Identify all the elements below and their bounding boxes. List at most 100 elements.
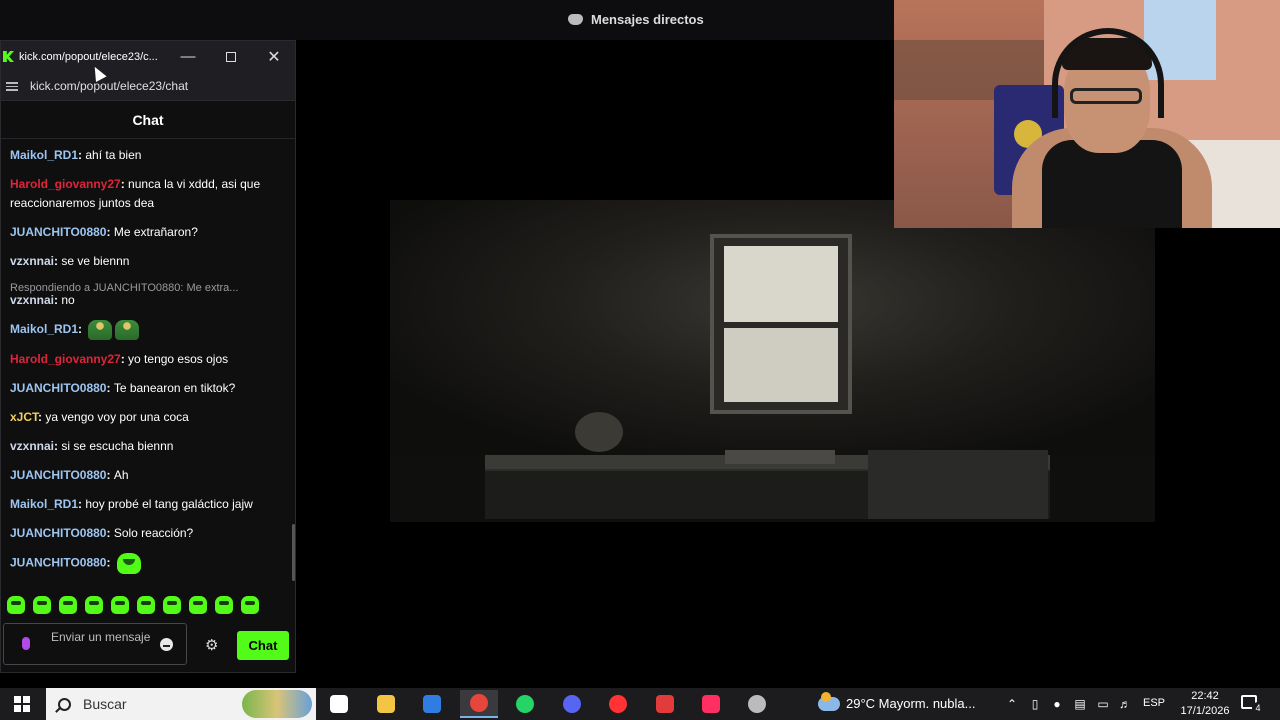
chat-settings-gear-icon[interactable]: ⚙ [205, 636, 218, 654]
taskbar-app-button[interactable] [553, 690, 591, 718]
chat-message: Maikol_RD1: ahí ta bien [10, 146, 286, 165]
quick-emote-icon[interactable] [189, 596, 207, 614]
youtube-icon [609, 695, 627, 713]
phone-link-icon[interactable]: ▯ [1028, 697, 1042, 711]
username-separator: : [106, 468, 114, 482]
chevron-up-icon[interactable]: ⌃ [1005, 697, 1019, 711]
chat-popout-window: kick.com/popout/elece23/c... — ✕ kick.co… [0, 40, 296, 673]
tiktok-icon [702, 695, 720, 713]
maximize-button[interactable] [209, 41, 253, 72]
chat-message-text: ya vengo voy por una coca [45, 410, 189, 424]
maximize-icon [226, 51, 236, 62]
address-url: kick.com/popout/elece23/chat [30, 79, 189, 93]
tank-top [1042, 140, 1182, 228]
chat-message: Maikol_RD1: [10, 320, 286, 340]
chat-messages[interactable]: Maikol_RD1: ahí ta bien Harold_giovanny27… [1, 140, 295, 588]
chat-username[interactable]: Maikol_RD1 [10, 497, 78, 511]
taskbar-clock[interactable]: 22:42 17/1/2026 [1175, 689, 1235, 719]
direct-messages-label[interactable]: Mensajes directos [568, 12, 704, 27]
chat-message-text: no [61, 293, 75, 307]
video-player[interactable] [390, 200, 1155, 522]
search-highlight-image [242, 690, 312, 718]
chat-username[interactable]: JUANCHITO0880 [10, 225, 106, 239]
chat-composer [3, 623, 187, 665]
chat-scrollbar[interactable] [292, 524, 295, 581]
volume-icon[interactable]: ♬ [1118, 697, 1132, 711]
address-bar[interactable]: kick.com/popout/elece23/chat [1, 72, 295, 101]
taskbar-app-button[interactable] [738, 690, 776, 718]
chat-username[interactable]: vzxnnai [10, 293, 54, 307]
taskbar-app-button[interactable] [599, 690, 637, 718]
chat-username[interactable]: JUANCHITO0880 [10, 468, 106, 482]
search-icon [58, 697, 71, 711]
quick-emote-icon[interactable] [59, 596, 77, 614]
chat-send-button[interactable]: Chat [237, 631, 289, 660]
emote-blob-icon[interactable] [116, 553, 141, 574]
input-language[interactable]: ESP [1143, 697, 1165, 709]
chat-message: JUANCHITO0880: Solo reacción? [10, 524, 286, 543]
minimize-button[interactable]: — [166, 41, 210, 72]
discord-icon [563, 695, 581, 713]
emote-worm-icon[interactable] [115, 320, 140, 340]
direct-messages-text: Mensajes directos [591, 12, 704, 27]
quick-emote-icon[interactable] [7, 596, 25, 614]
site-settings-icon[interactable] [6, 81, 18, 91]
chat-username[interactable]: xJCT [10, 410, 38, 424]
microphone-icon[interactable] [22, 637, 30, 650]
weather-text: 29°C Mayorm. nubla... [846, 696, 976, 711]
chat-username[interactable]: JUANCHITO0880 [10, 526, 106, 540]
username-separator: : [120, 177, 129, 191]
chat-username[interactable]: Maikol_RD1 [10, 322, 78, 336]
notification-count: 4 [1252, 702, 1264, 714]
username-separator: : [106, 526, 114, 540]
windows-start-icon[interactable] [14, 696, 30, 712]
quick-emote-icon[interactable] [163, 596, 181, 614]
chat-message-text: Me extrañaron? [113, 225, 198, 239]
taskbar-app-button[interactable] [367, 690, 405, 718]
chat-username[interactable]: Maikol_RD1 [10, 148, 78, 162]
chat-message: xJCT: ya vengo voy por una coca [10, 408, 286, 427]
quick-emote-icon[interactable] [111, 596, 129, 614]
weather-widget[interactable]: 29°C Mayorm. nubla... [818, 691, 976, 711]
window-titlebar[interactable]: kick.com/popout/elece23/c... — ✕ [1, 41, 295, 72]
tf-app-icon [656, 695, 674, 713]
chat-username[interactable]: JUANCHITO0880 [10, 381, 106, 395]
taskbar-app-button[interactable] [646, 690, 684, 718]
security-icon[interactable]: ▤ [1073, 697, 1087, 711]
clock-date: 17/1/2026 [1180, 705, 1230, 717]
chat-message: Maikol_RD1: hoy probé el tang galáctico … [10, 495, 286, 514]
plate [575, 412, 623, 452]
taskbar-app-button[interactable] [460, 690, 498, 718]
quick-emote-icon[interactable] [33, 596, 51, 614]
quick-emote-icon[interactable] [215, 596, 233, 614]
taskbar-app-button[interactable] [506, 690, 544, 718]
chat-username[interactable]: Harold_giovanny27 [10, 352, 121, 366]
username-separator: : [78, 322, 86, 337]
quick-emote-icon[interactable] [137, 596, 155, 614]
network-icon[interactable]: ▭ [1096, 697, 1110, 711]
username-separator: : [106, 555, 114, 570]
chat-message-text: si se escucha biennn [61, 439, 174, 453]
chat-message-text: Solo reacción? [113, 526, 194, 540]
chat-username[interactable]: JUANCHITO0880 [10, 556, 106, 570]
taskbar-app-button[interactable] [692, 690, 730, 718]
recorder-icon [748, 695, 766, 713]
microsoft-store-icon [423, 695, 441, 713]
chat-username[interactable]: vzxnnai [10, 254, 54, 268]
close-button[interactable]: ✕ [252, 41, 296, 72]
chat-message-text: hoy probé el tang galáctico jajw [85, 497, 253, 511]
chrome-icon [470, 694, 488, 712]
chat-username[interactable]: vzxnnai [10, 439, 54, 453]
windows-taskbar: Buscar 29°C Mayorm. nubla... ⌃ ▯ ● ▤ ▭ ♬… [0, 688, 1280, 720]
taskbar-search[interactable]: Buscar [46, 688, 316, 720]
emoji-picker-icon[interactable] [160, 638, 173, 651]
quick-emote-icon[interactable] [241, 596, 259, 614]
microphone-tray-icon[interactable]: ● [1050, 697, 1064, 711]
taskbar-app-button[interactable] [320, 690, 358, 718]
chat-username[interactable]: Harold_giovanny27 [10, 177, 121, 191]
chat-message-input[interactable] [51, 630, 151, 660]
chat-message: JUANCHITO0880: Te banearon en tiktok? [10, 379, 286, 398]
emote-worm-icon[interactable] [88, 320, 113, 340]
taskbar-app-button[interactable] [413, 690, 451, 718]
quick-emote-icon[interactable] [85, 596, 103, 614]
